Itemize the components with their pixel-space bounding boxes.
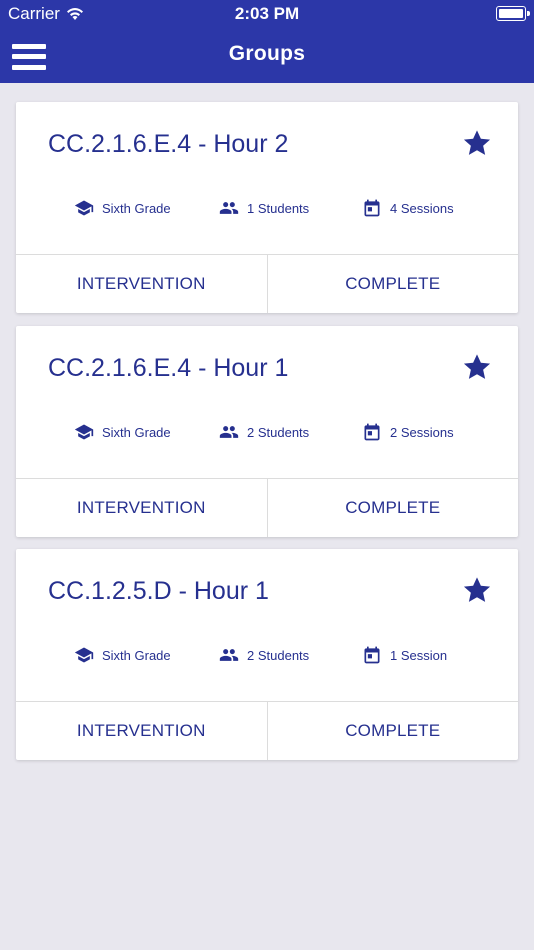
sessions-info: 4 Sessions [362, 198, 454, 218]
graduation-cap-icon [74, 424, 94, 440]
group-card[interactable]: CC.1.2.5.D - Hour 1 Sixth Grade 2 Studen… [16, 549, 518, 760]
complete-button[interactable]: COMPLETE [266, 479, 519, 537]
grade-info: Sixth Grade [74, 198, 171, 218]
intervention-button[interactable]: INTERVENTION [16, 479, 267, 537]
complete-button[interactable]: COMPLETE [266, 255, 519, 313]
page-title: Groups [228, 42, 306, 65]
sessions-label: 2 Sessions [390, 424, 454, 440]
nav-bar: Groups [0, 28, 534, 83]
sessions-info: 2 Sessions [362, 422, 454, 442]
students-info: 2 Students [219, 422, 309, 442]
students-info: 2 Students [219, 645, 309, 665]
sessions-info: 1 Session [362, 645, 447, 665]
complete-button[interactable]: COMPLETE [266, 702, 519, 760]
group-card[interactable]: CC.2.1.6.E.4 - Hour 1 Sixth Grade 2 Stud… [16, 326, 518, 537]
students-label: 1 Students [247, 200, 310, 216]
status-time: 2:03 PM [234, 4, 300, 23]
battery-icon [496, 6, 530, 21]
card-actions: INTERVENTION COMPLETE [16, 254, 518, 313]
students-label: 2 Students [247, 424, 310, 440]
graduation-cap-icon [74, 200, 94, 216]
status-bar: Carrier 2:03 PM [0, 0, 534, 28]
students-label: 2 Students [247, 647, 310, 663]
star-icon[interactable] [461, 127, 493, 159]
grade-info: Sixth Grade [74, 645, 171, 665]
grade-label: Sixth Grade [102, 424, 171, 440]
grade-label: Sixth Grade [102, 647, 171, 663]
star-icon[interactable] [461, 351, 493, 383]
graduation-cap-icon [74, 647, 94, 663]
calendar-icon [364, 423, 380, 441]
group-title: CC.2.1.6.E.4 - Hour 2 [48, 130, 289, 158]
group-title: CC.1.2.5.D - Hour 1 [48, 577, 269, 605]
grade-info: Sixth Grade [74, 422, 171, 442]
people-icon [219, 426, 239, 438]
grade-label: Sixth Grade [102, 200, 171, 216]
card-actions: INTERVENTION COMPLETE [16, 701, 518, 760]
intervention-button[interactable]: INTERVENTION [16, 702, 267, 760]
people-icon [219, 649, 239, 661]
students-info: 1 Students [219, 198, 309, 218]
intervention-button[interactable]: INTERVENTION [16, 255, 267, 313]
group-title: CC.2.1.6.E.4 - Hour 1 [48, 354, 289, 382]
sessions-label: 1 Session [390, 647, 448, 663]
calendar-icon [364, 199, 380, 217]
people-icon [219, 202, 239, 214]
sessions-label: 4 Sessions [390, 200, 454, 216]
star-icon[interactable] [461, 574, 493, 606]
calendar-icon [364, 646, 380, 664]
card-actions: INTERVENTION COMPLETE [16, 478, 518, 537]
group-card[interactable]: CC.2.1.6.E.4 - Hour 2 Sixth Grade 1 Stud… [16, 102, 518, 313]
